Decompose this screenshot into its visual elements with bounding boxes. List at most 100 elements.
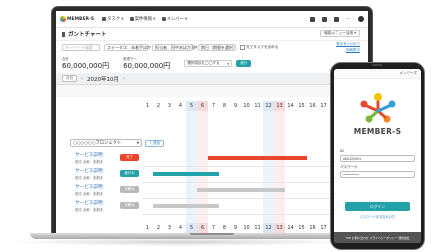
nav-item-projects[interactable]: 案件情報 ▼ [129, 16, 156, 22]
laptop-shadow [8, 238, 353, 246]
logo-icon [60, 16, 66, 22]
document-icon[interactable] [322, 16, 327, 22]
member-s-logo-icon [360, 93, 396, 123]
project-select[interactable]: ○○○○○○プロジェクト ▾ [70, 139, 142, 147]
password-input[interactable]: •••••••• [340, 171, 415, 178]
nav-item-members[interactable]: メンバー ▼ [161, 16, 188, 22]
gantt-chart: 123456789101112131415161718192021 ○○○○○○… [56, 97, 368, 233]
day-cell: 12 [263, 223, 274, 233]
nav-item-tasks[interactable]: タスク ▼ [102, 16, 124, 22]
day-cell: 1 [145, 225, 150, 231]
day-cell: 8 [222, 225, 227, 231]
task-row[interactable]: サービス説明 田中 太郎 未着手 未着手 [75, 199, 141, 215]
day-cell: 12 [263, 101, 274, 111]
prev-month-arrow-icon[interactable]: ‹ [81, 76, 83, 82]
actual-value: 60,000,000円 [123, 62, 171, 70]
day-cell: 7 [211, 103, 216, 109]
include-completed-toggle[interactable]: 完了タスクを含める [240, 45, 278, 50]
day-cell: 7 [211, 225, 216, 231]
add-task-button[interactable]: + 追加 [145, 140, 165, 147]
day-cell: 15 [298, 225, 305, 231]
day-cell: 17 [320, 225, 327, 231]
status-badge[interactable]: 完了 [120, 154, 139, 161]
password-label: パスワード [340, 165, 358, 169]
laptop-notch [190, 233, 234, 235]
checkbox[interactable] [240, 45, 245, 50]
today-button[interactable]: 今日 [62, 75, 77, 82]
task-name[interactable]: サービス説明 [75, 152, 103, 158]
chevron-down-icon: ▼ [121, 17, 124, 21]
task-row[interactable]: サービス説明 田中 太郎 未着手 完了 [75, 151, 141, 167]
day-cell: 4 [178, 103, 183, 109]
actual-amount: 実現下一 60,000,000円 [123, 56, 170, 71]
period-filter[interactable]: 期日（期間を選択） [198, 44, 237, 51]
more-icon[interactable]: ··· [346, 16, 351, 22]
project-label: ○○○○○○プロジェクト [73, 141, 122, 146]
day-cell: 13 [274, 101, 285, 111]
status-filter[interactable]: ステータス：未着手ほか [104, 44, 151, 51]
forgot-password-link[interactable]: パスワードをお忘れの方 [334, 214, 421, 219]
day-cell: 1 [145, 103, 150, 109]
phone-speaker [372, 64, 382, 66]
day-cell: 3 [167, 225, 172, 231]
day-cell: 17 [320, 103, 327, 109]
day-cell: 11 [254, 225, 261, 231]
task-row[interactable]: サービス説明 田中 太郎 未着手 未着手 [75, 183, 141, 199]
select-label: 選択項目を◯◯する [187, 61, 220, 65]
bulk-action-select[interactable]: 選択項目を◯◯する ▾ [184, 60, 233, 67]
chat-icon[interactable] [310, 16, 315, 22]
task-assignee: 田中 太郎 未着手 [75, 192, 104, 196]
task-name[interactable]: サービス説明 [75, 168, 103, 174]
status-badge[interactable]: 進行中 [120, 170, 139, 177]
gantt-bar[interactable] [197, 188, 285, 192]
account-icon[interactable] [358, 16, 364, 22]
run-button[interactable]: 実行 [236, 60, 252, 67]
keyword-search-input[interactable]: キーワード検索 [62, 44, 100, 51]
day-cell: 10 [243, 225, 250, 231]
logo-text: MEMBER-S [67, 16, 95, 22]
nav-label: タスク [107, 17, 120, 22]
checkbox-label: 完了タスクを含める [246, 45, 279, 49]
status-badge[interactable]: 未着手 [120, 186, 139, 193]
task-name[interactable]: サービス説明 [75, 200, 103, 206]
day-cell: 6 [197, 101, 208, 111]
nav-label: メンバー [166, 17, 184, 22]
id-input[interactable]: ABCD0001 [340, 155, 415, 162]
task-name[interactable]: サービス説明 [75, 184, 103, 190]
print-view-link[interactable]: 印刷表示 [346, 48, 360, 53]
day-cell: 5 [186, 101, 197, 111]
day-cell: 16 [309, 225, 316, 231]
status-badge[interactable]: 未着手 [120, 202, 139, 209]
gantt-icon [62, 31, 65, 37]
chevron-down-icon: ▾ [227, 61, 230, 66]
day-cell: 5 [186, 223, 197, 233]
assignee-filter[interactable]: 担当者：田中あほか3件 [152, 44, 198, 51]
product-mockup: MEMBER-S タスク ▼ 案件情報 ▼ メンバー ▼ ··· ガントチャート 機能… [0, 0, 433, 252]
phone-top-bar: メンバーズ [334, 69, 421, 79]
feature-menu-button[interactable]: 機能メニュー活用 ▾ [320, 30, 360, 37]
month-navigator: 今日 ‹ 2020年10月 › [56, 73, 368, 85]
day-cell: 16 [309, 103, 316, 109]
next-month-arrow-icon[interactable]: › [123, 76, 125, 82]
weekend-column [274, 111, 285, 223]
gantt-bar[interactable] [153, 204, 219, 208]
budget-amount: 合計 60,000,000円 [62, 56, 109, 71]
day-cell: 8 [222, 103, 227, 109]
app-logo[interactable]: MEMBER-S [60, 16, 94, 22]
filter-bar: キーワード検索 ステータス：未着手ほか 担当者：田中あほか3件 期日（期間を選択… [56, 41, 368, 54]
top-icons: ··· [310, 16, 364, 22]
gantt-bar[interactable] [153, 172, 219, 176]
phone-screen: メンバーズ MEMBER-S ID ABCD0001 パスワード •••••••… [334, 69, 421, 243]
day-cell: 9 [233, 103, 238, 109]
phone-footer: TOP お問い合わせ プライバシーポリシー 運営会社 [334, 232, 421, 243]
chevron-down-icon: ▼ [184, 17, 188, 21]
person-icon [161, 17, 166, 21]
task-row[interactable]: サービス説明 田中 太郎 未着手 進行中 [75, 167, 141, 183]
amount-summary: 合計 60,000,000円 実現下一 60,000,000円 選択項目を◯◯する ▾… [56, 54, 368, 73]
login-button[interactable]: ログイン [345, 202, 410, 211]
day-cell: 2 [156, 225, 161, 231]
edit-icon[interactable] [334, 16, 339, 22]
gantt-bar[interactable] [208, 156, 307, 160]
monthly-view-link[interactable]: 表示を1カ月で [336, 42, 360, 47]
task-assignee: 田中 太郎 未着手 [75, 176, 104, 180]
